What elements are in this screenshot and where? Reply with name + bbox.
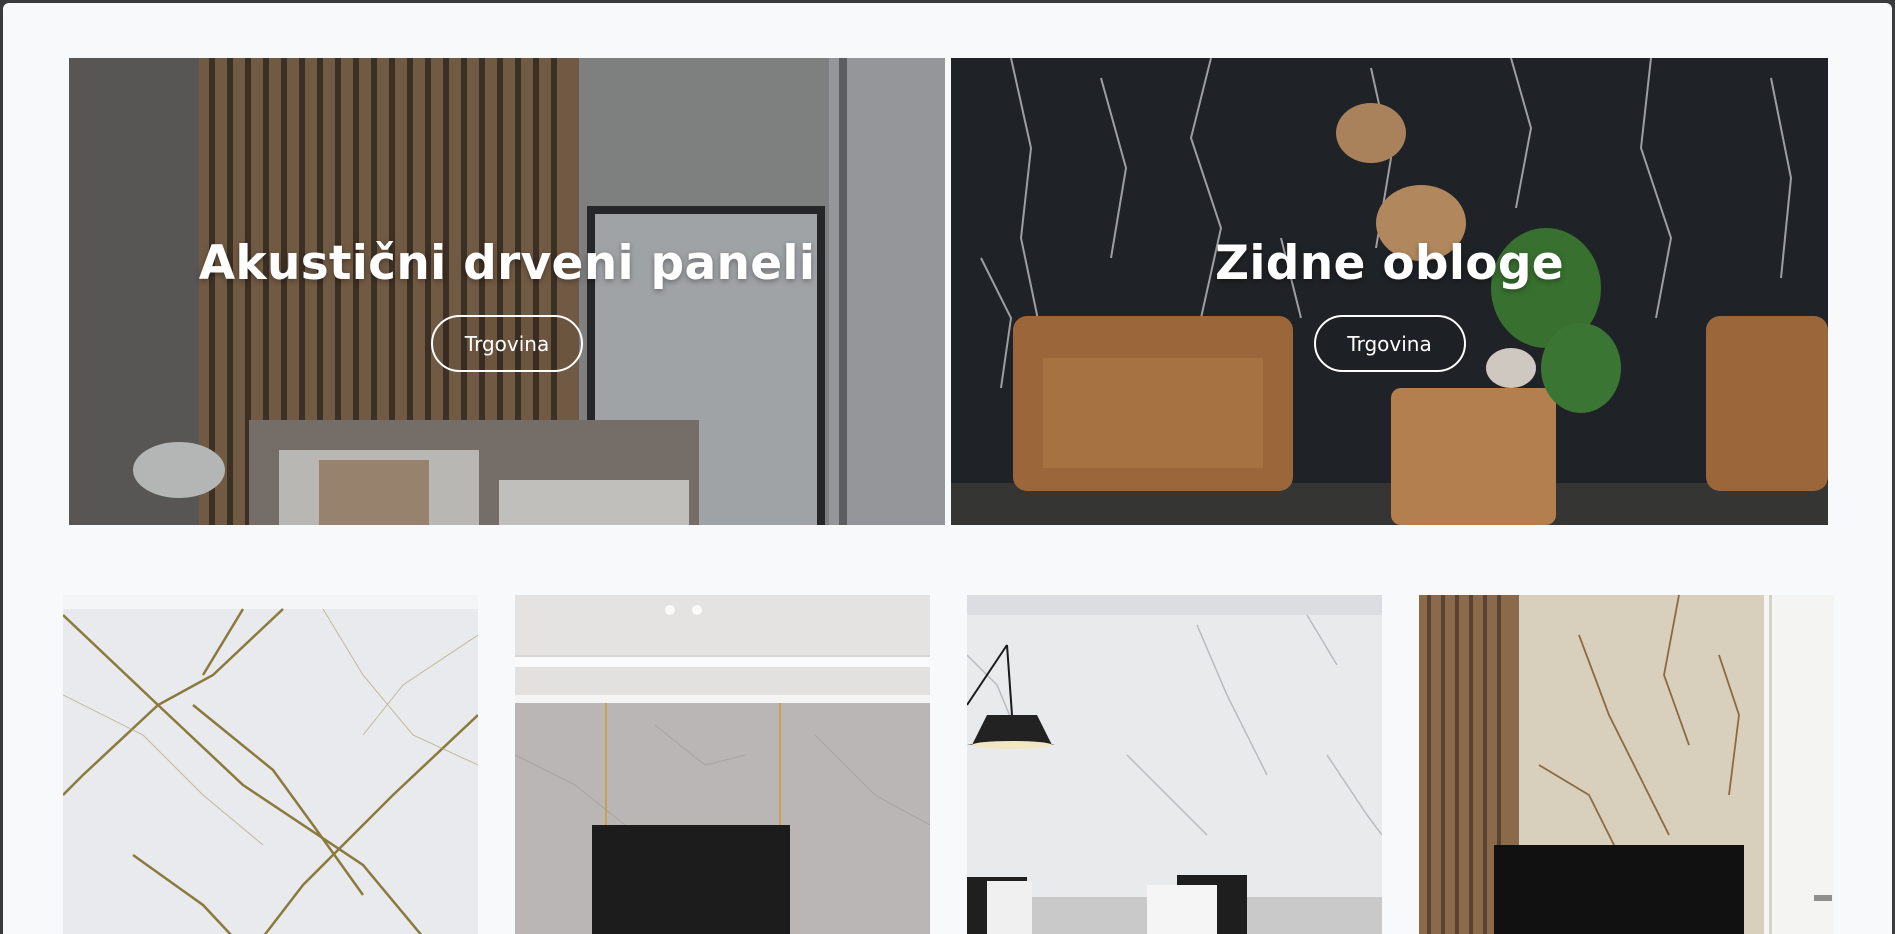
hero-title: Zidne obloge — [1215, 236, 1564, 291]
shop-button[interactable]: Trgovina — [1313, 315, 1466, 372]
category-tile-beige-marble[interactable] — [1419, 595, 1834, 934]
tile-image — [63, 595, 478, 934]
hero-title: Akustični drveni paneli — [198, 236, 816, 291]
hero-banner-acoustic-panels[interactable]: Akustični drveni paneli Trgovina — [69, 58, 945, 525]
shop-button[interactable]: Trgovina — [431, 315, 583, 372]
tile-image — [1419, 595, 1834, 934]
tile-image — [515, 595, 930, 934]
page: Akustični drveni paneli Trgovina Zidne o… — [3, 3, 1892, 934]
category-tile-grey-marble[interactable] — [515, 595, 930, 934]
category-tile-white-marble[interactable] — [63, 595, 478, 934]
tile-image — [967, 595, 1382, 934]
category-tile-white-marble-living[interactable] — [967, 595, 1382, 934]
hero-banner-wall-coverings[interactable]: Zidne obloge Trgovina — [951, 58, 1828, 525]
